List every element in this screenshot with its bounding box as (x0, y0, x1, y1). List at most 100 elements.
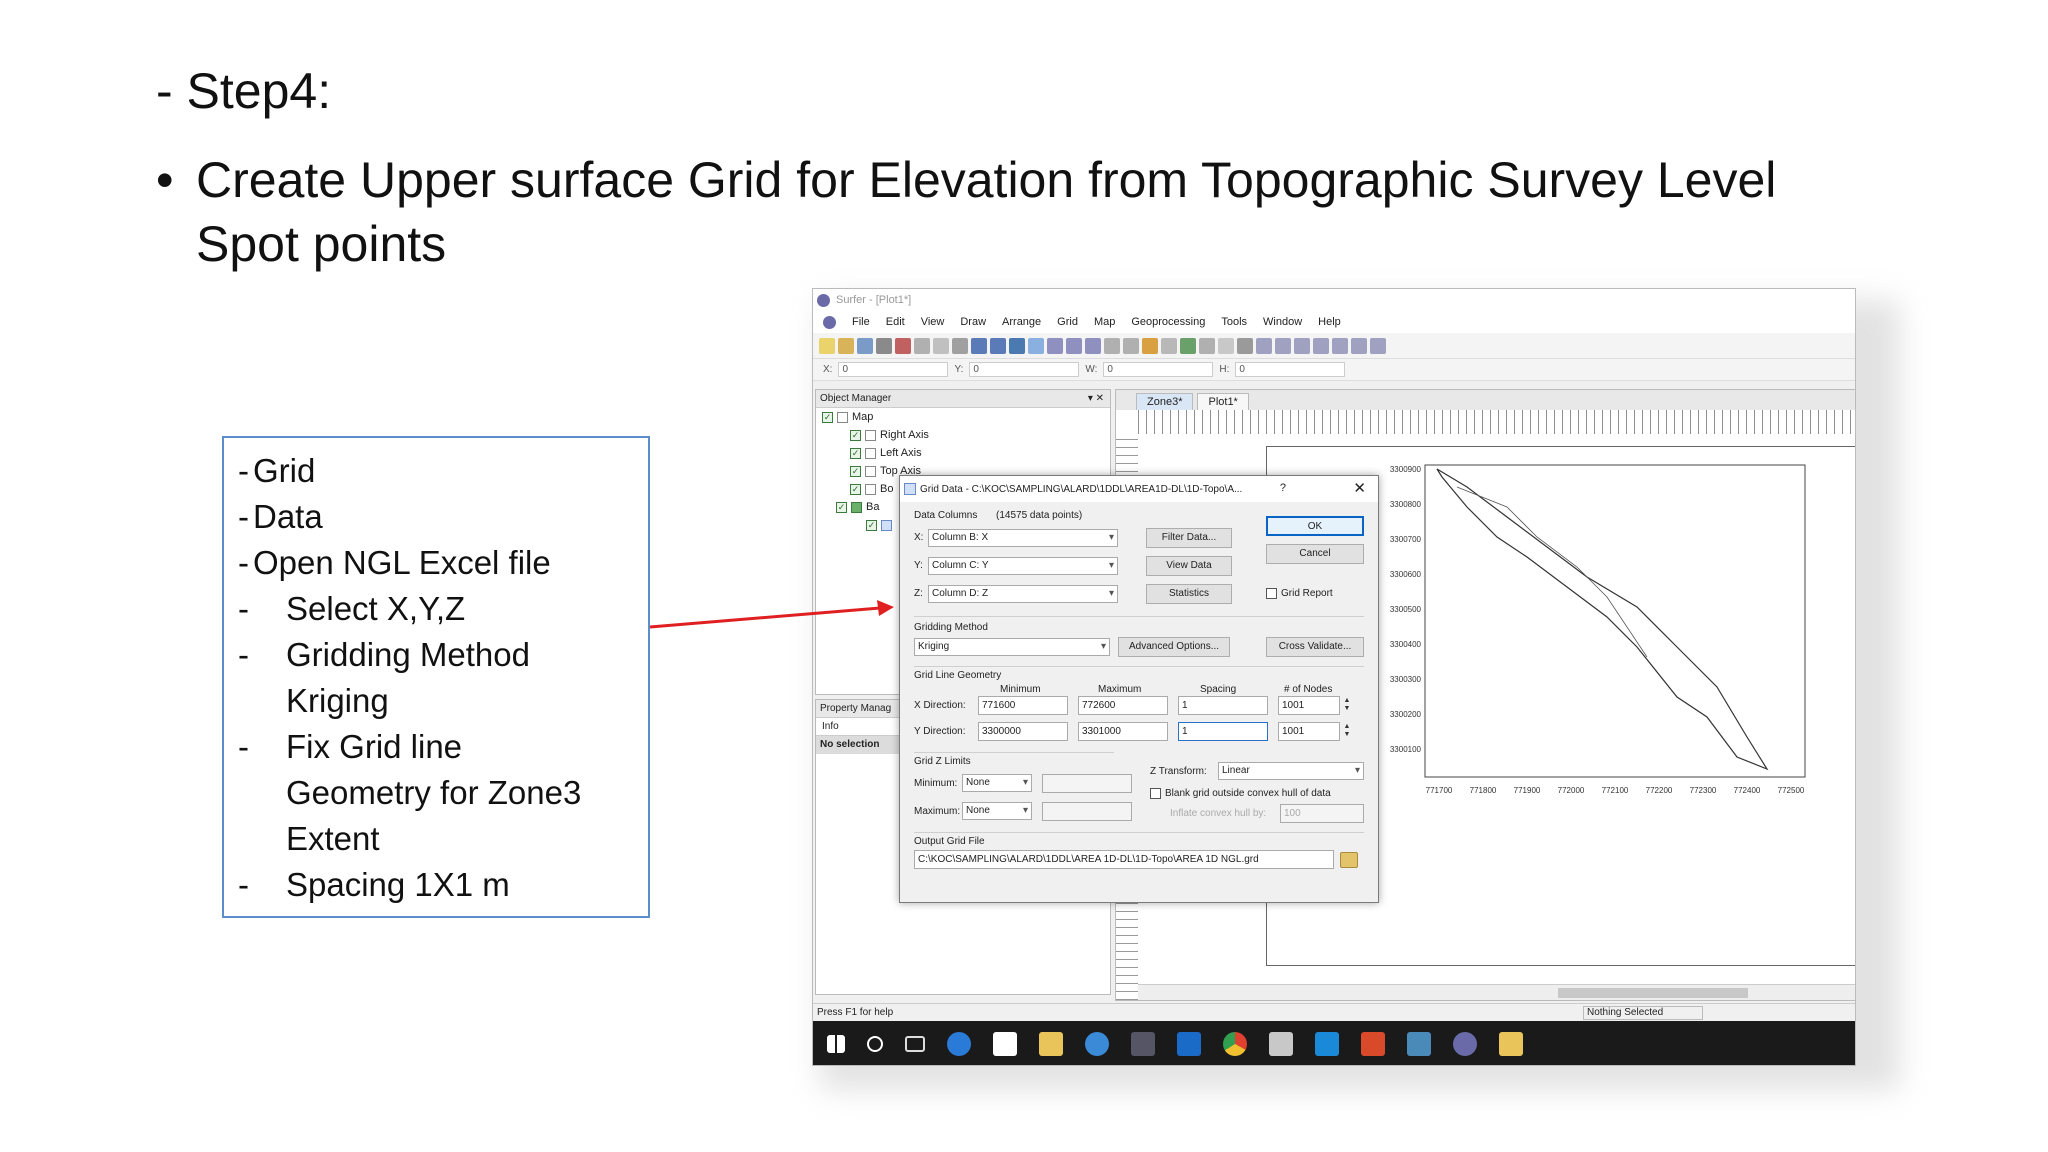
x-nodes-spinner-icon[interactable]: ▲ ▼ (1342, 697, 1352, 714)
rectangle-icon[interactable] (1313, 337, 1329, 354)
z-transform-select[interactable]: Linear (1218, 762, 1364, 780)
statistics-button[interactable]: Statistics (1146, 584, 1232, 604)
x-min-input[interactable]: 771600 (978, 696, 1068, 715)
app-icon[interactable] (1131, 1032, 1155, 1056)
tool-icon[interactable] (1161, 337, 1177, 354)
tab-plot1[interactable]: Plot1* (1197, 393, 1249, 410)
y-column-select[interactable]: Column C: Y (928, 557, 1118, 575)
chrome-icon[interactable] (1223, 1032, 1247, 1056)
h-coord-field[interactable]: 0 (1235, 362, 1346, 377)
tree-item-right-axis[interactable]: ✓ Right Axis (816, 426, 1110, 444)
zoom-fit-icon[interactable] (1123, 337, 1139, 354)
zoom-page-icon[interactable] (1104, 337, 1120, 354)
file-explorer-icon[interactable] (1039, 1032, 1063, 1056)
tab-zone3[interactable]: Zone3* (1136, 393, 1194, 410)
x-coord-field[interactable]: 0 (838, 362, 949, 377)
menu-view[interactable]: View (921, 316, 945, 328)
polyline-icon[interactable] (1275, 337, 1291, 354)
view-data-button[interactable]: View Data (1146, 556, 1232, 576)
menu-map[interactable]: Map (1094, 316, 1115, 328)
outlook-icon[interactable] (1177, 1032, 1201, 1056)
search-icon[interactable] (867, 1036, 883, 1052)
task-view-icon[interactable] (905, 1036, 925, 1052)
menu-file[interactable]: File (852, 316, 870, 328)
x-max-input[interactable]: 772600 (1078, 696, 1168, 715)
tree-item-map[interactable]: ✓ Map (816, 408, 1110, 426)
windows-start-icon[interactable] (827, 1035, 845, 1053)
menu-draw[interactable]: Draw (960, 316, 986, 328)
help-button[interactable]: ? (1280, 482, 1286, 494)
y-max-input[interactable]: 3301000 (1078, 722, 1168, 741)
cross-validate-button[interactable]: Cross Validate... (1266, 637, 1364, 657)
y-min-input[interactable]: 3300000 (978, 722, 1068, 741)
output-grid-path-input[interactable]: C:\KOC\SAMPLING\ALARD\1DDL\AREA 1D-DL\1D… (914, 850, 1334, 869)
checkbox-icon[interactable]: ✓ (850, 483, 861, 495)
export-icon[interactable] (895, 337, 911, 354)
checkbox-icon[interactable]: ✓ (822, 411, 833, 423)
pan-icon[interactable] (1142, 337, 1158, 354)
maximum-value-input[interactable] (1042, 802, 1132, 821)
ok-button[interactable]: OK (1266, 516, 1364, 536)
tree-item-left-axis[interactable]: ✓ Left Axis (816, 444, 1110, 462)
menu-tools[interactable]: Tools (1221, 316, 1247, 328)
scrollbar-thumb[interactable] (1558, 988, 1748, 998)
internet-explorer-icon[interactable] (1085, 1032, 1109, 1056)
powerpoint-icon[interactable] (1361, 1032, 1385, 1056)
filter-data-button[interactable]: Filter Data... (1146, 528, 1232, 548)
copy-icon[interactable] (933, 337, 949, 354)
skype-icon[interactable] (1315, 1032, 1339, 1056)
checkbox-icon[interactable]: ✓ (850, 447, 861, 459)
menu-help[interactable]: Help (1318, 316, 1341, 328)
advanced-options-button[interactable]: Advanced Options... (1118, 637, 1230, 657)
zoom-out-icon[interactable] (1066, 337, 1082, 354)
ellipse-icon[interactable] (1351, 337, 1367, 354)
edge-icon[interactable] (947, 1032, 971, 1056)
cancel-button[interactable]: Cancel (1266, 544, 1364, 564)
surfer-menu-icon[interactable] (823, 315, 836, 329)
grid-report-checkbox[interactable] (1266, 588, 1277, 599)
help-icon[interactable] (1009, 337, 1025, 354)
zoom-in-icon[interactable] (1047, 337, 1063, 354)
close-button[interactable]: ✕ (1353, 479, 1366, 497)
spline-icon[interactable] (1370, 337, 1386, 354)
store-icon[interactable] (993, 1032, 1017, 1056)
close-icon[interactable]: ▾ ✕ (1088, 393, 1104, 404)
x-nodes-input[interactable]: 1001 (1278, 696, 1340, 715)
new-icon[interactable] (819, 337, 835, 354)
redo-icon[interactable] (990, 337, 1006, 354)
tool-icon[interactable] (1199, 337, 1215, 354)
map-tool-icon[interactable] (1180, 337, 1196, 354)
undo-icon[interactable] (971, 337, 987, 354)
tool-app-icon[interactable] (1499, 1032, 1523, 1056)
menu-window[interactable]: Window (1263, 316, 1302, 328)
menu-geoprocessing[interactable]: Geoprocessing (1131, 316, 1205, 328)
browse-folder-icon[interactable] (1340, 852, 1358, 868)
minimum-select[interactable]: None (962, 774, 1032, 792)
menu-edit[interactable]: Edit (886, 316, 905, 328)
open-icon[interactable] (838, 337, 854, 354)
x-spacing-input[interactable]: 1 (1178, 696, 1268, 715)
select-icon[interactable] (1028, 337, 1044, 354)
y-coord-field[interactable]: 0 (969, 362, 1080, 377)
y-nodes-spinner-icon[interactable]: ▲ ▼ (1342, 723, 1352, 740)
checkbox-icon[interactable]: ✓ (850, 465, 861, 477)
rounded-rectangle-icon[interactable] (1332, 337, 1348, 354)
save-icon[interactable] (857, 337, 873, 354)
pdf-icon[interactable] (1269, 1032, 1293, 1056)
w-coord-field[interactable]: 0 (1103, 362, 1214, 377)
paste-icon[interactable] (952, 337, 968, 354)
checkbox-icon[interactable]: ✓ (866, 519, 877, 531)
horizontal-scrollbar[interactable] (1138, 984, 1855, 1000)
symbol-icon[interactable] (1294, 337, 1310, 354)
inflate-hull-input[interactable]: 100 (1280, 804, 1364, 823)
x-column-select[interactable]: Column B: X (928, 529, 1118, 547)
menu-grid[interactable]: Grid (1057, 316, 1078, 328)
zoom-rect-icon[interactable] (1085, 337, 1101, 354)
text-icon[interactable] (1237, 337, 1253, 354)
checkbox-icon[interactable]: ✓ (836, 501, 847, 513)
checkbox-icon[interactable]: ✓ (850, 429, 861, 441)
blank-grid-checkbox[interactable] (1150, 788, 1161, 799)
y-spacing-input[interactable]: 1 (1178, 722, 1268, 741)
maximum-select[interactable]: None (962, 802, 1032, 820)
print-icon[interactable] (876, 337, 892, 354)
